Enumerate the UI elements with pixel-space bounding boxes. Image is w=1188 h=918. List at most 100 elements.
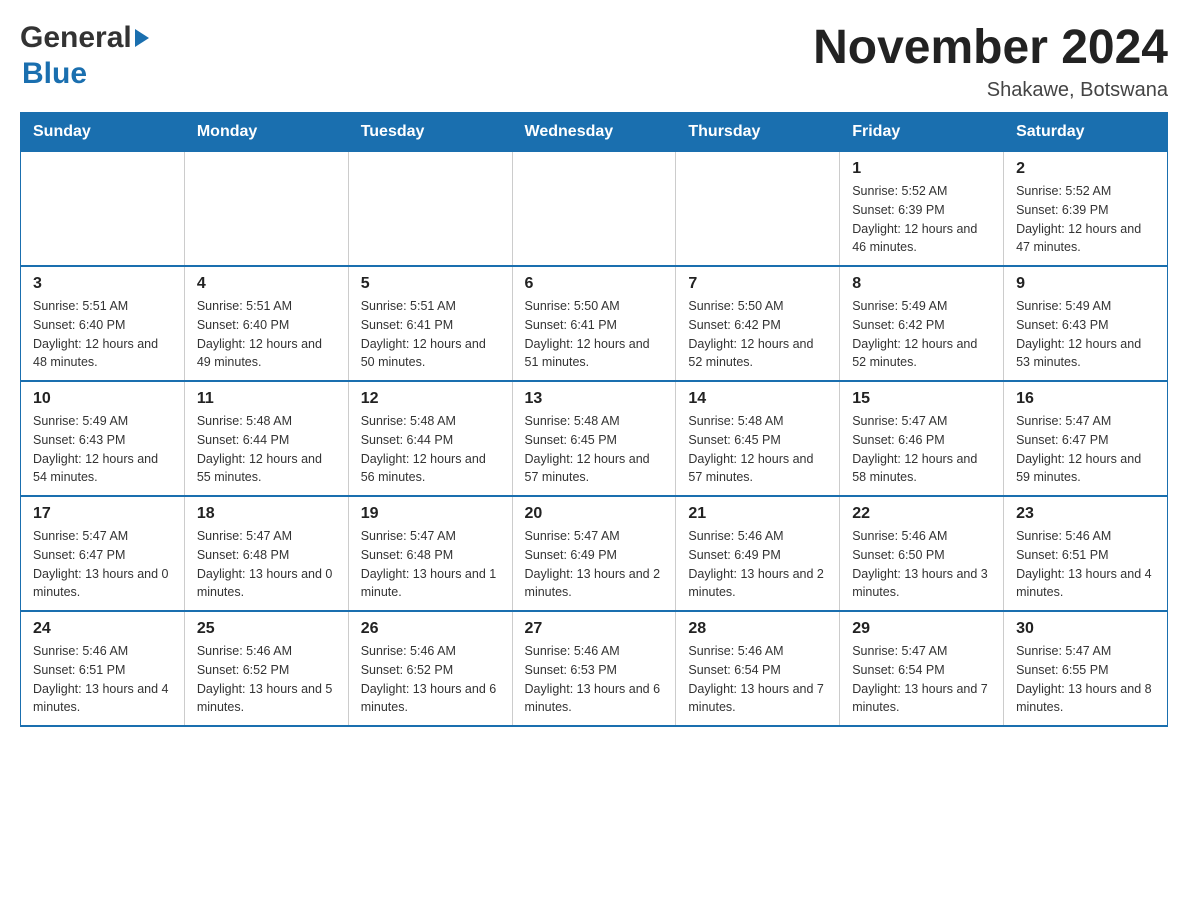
day-info: Sunrise: 5:47 AM Sunset: 6:54 PM Dayligh…	[852, 642, 991, 717]
calendar-cell-w2-d6: 8Sunrise: 5:49 AM Sunset: 6:42 PM Daylig…	[840, 266, 1004, 381]
calendar-cell-w1-d5	[676, 152, 840, 267]
day-info: Sunrise: 5:46 AM Sunset: 6:49 PM Dayligh…	[688, 527, 827, 602]
day-info: Sunrise: 5:48 AM Sunset: 6:45 PM Dayligh…	[525, 412, 664, 487]
day-info: Sunrise: 5:50 AM Sunset: 6:41 PM Dayligh…	[525, 297, 664, 372]
day-number: 28	[688, 620, 827, 638]
calendar-cell-w2-d5: 7 Sunrise: 5:50 AM Sunset: 6:42 PM Daylig…	[676, 266, 840, 381]
day-number: 21	[688, 505, 827, 523]
day-number: 22	[852, 505, 991, 523]
calendar-cell-w1-d1	[21, 152, 185, 267]
day-info: Sunrise: 5:47 AM Sunset: 6:48 PM Dayligh…	[197, 527, 336, 602]
title-section: November 2024 Shakawe, Botswana	[813, 20, 1168, 102]
calendar-week-1: 1 Sunrise: 5:52 AM Sunset: 6:39 PM Daylig…	[21, 152, 1168, 267]
subtitle: Shakawe, Botswana	[813, 79, 1168, 102]
calendar-cell-w5-d7: 30 Sunrise: 5:47 AM Sunset: 6:55 PM Dayli…	[1004, 611, 1168, 726]
page-header: General Blue November 2024 Shakawe, Bots…	[20, 20, 1168, 102]
calendar-cell-w2-d4: 6 Sunrise: 5:50 AM Sunset: 6:41 PM Daylig…	[512, 266, 676, 381]
day-info: Sunrise: 5:47 AM Sunset: 6:49 PM Dayligh…	[525, 527, 664, 602]
logo-arrow-icon	[135, 29, 149, 47]
calendar-cell-w1-d7: 2 Sunrise: 5:52 AM Sunset: 6:39 PM Daylig…	[1004, 152, 1168, 267]
day-number: 26	[361, 620, 500, 638]
day-number: 3	[33, 275, 172, 293]
day-info: Sunrise: 5:46 AM Sunset: 6:51 PM Dayligh…	[33, 642, 172, 717]
calendar-cell-w5-d1: 24 Sunrise: 5:46 AM Sunset: 6:51 PM Dayli…	[21, 611, 185, 726]
day-info: Sunrise: 5:52 AM Sunset: 6:39 PM Dayligh…	[1016, 182, 1155, 257]
day-info: Sunrise: 5:46 AM Sunset: 6:54 PM Dayligh…	[688, 642, 827, 717]
day-number: 15	[852, 390, 991, 408]
main-title: November 2024	[813, 20, 1168, 75]
day-info: Sunrise: 5:50 AM Sunset: 6:42 PM Dayligh…	[688, 297, 827, 372]
day-info: Sunrise: 5:52 AM Sunset: 6:39 PM Dayligh…	[852, 182, 991, 257]
calendar-cell-w1-d2	[184, 152, 348, 267]
day-number: 16	[1016, 390, 1155, 408]
day-info: Sunrise: 5:48 AM Sunset: 6:44 PM Dayligh…	[361, 412, 500, 487]
calendar-week-2: 3 Sunrise: 5:51 AM Sunset: 6:40 PM Daylig…	[21, 266, 1168, 381]
logo-general-text: General	[20, 20, 132, 56]
calendar-cell-w4-d7: 23Sunrise: 5:46 AM Sunset: 6:51 PM Dayli…	[1004, 496, 1168, 611]
calendar-week-5: 24 Sunrise: 5:46 AM Sunset: 6:51 PM Dayli…	[21, 611, 1168, 726]
day-info: Sunrise: 5:47 AM Sunset: 6:48 PM Dayligh…	[361, 527, 500, 602]
day-info: Sunrise: 5:46 AM Sunset: 6:52 PM Dayligh…	[361, 642, 500, 717]
header-sunday: Sunday	[21, 113, 185, 152]
day-info: Sunrise: 5:47 AM Sunset: 6:47 PM Dayligh…	[1016, 412, 1155, 487]
day-info: Sunrise: 5:49 AM Sunset: 6:43 PM Dayligh…	[33, 412, 172, 487]
day-info: Sunrise: 5:47 AM Sunset: 6:55 PM Dayligh…	[1016, 642, 1155, 717]
day-number: 4	[197, 275, 336, 293]
calendar-cell-w3-d4: 13Sunrise: 5:48 AM Sunset: 6:45 PM Dayli…	[512, 381, 676, 496]
day-info: Sunrise: 5:46 AM Sunset: 6:53 PM Dayligh…	[525, 642, 664, 717]
header-saturday: Saturday	[1004, 113, 1168, 152]
day-number: 23	[1016, 505, 1155, 523]
calendar-cell-w5-d2: 25 Sunrise: 5:46 AM Sunset: 6:52 PM Dayli…	[184, 611, 348, 726]
calendar-cell-w2-d2: 4 Sunrise: 5:51 AM Sunset: 6:40 PM Daylig…	[184, 266, 348, 381]
day-number: 25	[197, 620, 336, 638]
day-number: 24	[33, 620, 172, 638]
day-number: 9	[1016, 275, 1155, 293]
calendar-cell-w4-d6: 22 Sunrise: 5:46 AM Sunset: 6:50 PM Dayli…	[840, 496, 1004, 611]
day-number: 7	[688, 275, 827, 293]
calendar-cell-w3-d6: 15 Sunrise: 5:47 AM Sunset: 6:46 PM Dayli…	[840, 381, 1004, 496]
day-number: 6	[525, 275, 664, 293]
day-number: 18	[197, 505, 336, 523]
calendar-cell-w4-d1: 17 Sunrise: 5:47 AM Sunset: 6:47 PM Dayli…	[21, 496, 185, 611]
calendar-cell-w3-d7: 16 Sunrise: 5:47 AM Sunset: 6:47 PM Dayli…	[1004, 381, 1168, 496]
calendar-cell-w4-d2: 18 Sunrise: 5:47 AM Sunset: 6:48 PM Dayli…	[184, 496, 348, 611]
day-info: Sunrise: 5:51 AM Sunset: 6:40 PM Dayligh…	[197, 297, 336, 372]
day-info: Sunrise: 5:47 AM Sunset: 6:46 PM Dayligh…	[852, 412, 991, 487]
calendar-cell-w5-d4: 27 Sunrise: 5:46 AM Sunset: 6:53 PM Dayli…	[512, 611, 676, 726]
header-friday: Friday	[840, 113, 1004, 152]
header-monday: Monday	[184, 113, 348, 152]
header-thursday: Thursday	[676, 113, 840, 152]
day-info: Sunrise: 5:51 AM Sunset: 6:41 PM Dayligh…	[361, 297, 500, 372]
day-number: 8	[852, 275, 991, 293]
day-number: 19	[361, 505, 500, 523]
calendar-cell-w5-d3: 26 Sunrise: 5:46 AM Sunset: 6:52 PM Dayli…	[348, 611, 512, 726]
day-number: 17	[33, 505, 172, 523]
calendar-header-row: Sunday Monday Tuesday Wednesday Thursday…	[21, 113, 1168, 152]
calendar-cell-w5-d5: 28 Sunrise: 5:46 AM Sunset: 6:54 PM Dayli…	[676, 611, 840, 726]
day-info: Sunrise: 5:46 AM Sunset: 6:52 PM Dayligh…	[197, 642, 336, 717]
day-number: 27	[525, 620, 664, 638]
day-number: 14	[688, 390, 827, 408]
calendar-cell-w3-d2: 11Sunrise: 5:48 AM Sunset: 6:44 PM Dayli…	[184, 381, 348, 496]
day-info: Sunrise: 5:48 AM Sunset: 6:45 PM Dayligh…	[688, 412, 827, 487]
calendar-cell-w1-d6: 1 Sunrise: 5:52 AM Sunset: 6:39 PM Daylig…	[840, 152, 1004, 267]
logo-blue-text: Blue	[22, 56, 152, 92]
calendar-week-4: 17 Sunrise: 5:47 AM Sunset: 6:47 PM Dayli…	[21, 496, 1168, 611]
day-number: 12	[361, 390, 500, 408]
calendar-cell-w4-d3: 19 Sunrise: 5:47 AM Sunset: 6:48 PM Dayli…	[348, 496, 512, 611]
day-number: 10	[33, 390, 172, 408]
day-info: Sunrise: 5:47 AM Sunset: 6:47 PM Dayligh…	[33, 527, 172, 602]
header-wednesday: Wednesday	[512, 113, 676, 152]
calendar-cell-w2-d7: 9 Sunrise: 5:49 AM Sunset: 6:43 PM Daylig…	[1004, 266, 1168, 381]
day-number: 1	[852, 160, 991, 178]
day-number: 2	[1016, 160, 1155, 178]
day-info: Sunrise: 5:49 AM Sunset: 6:43 PM Dayligh…	[1016, 297, 1155, 372]
day-info: Sunrise: 5:46 AM Sunset: 6:50 PM Dayligh…	[852, 527, 991, 602]
calendar-cell-w2-d3: 5Sunrise: 5:51 AM Sunset: 6:41 PM Daylig…	[348, 266, 512, 381]
calendar-cell-w4-d5: 21 Sunrise: 5:46 AM Sunset: 6:49 PM Dayli…	[676, 496, 840, 611]
calendar-cell-w3-d3: 12 Sunrise: 5:48 AM Sunset: 6:44 PM Dayli…	[348, 381, 512, 496]
calendar-cell-w3-d5: 14 Sunrise: 5:48 AM Sunset: 6:45 PM Dayli…	[676, 381, 840, 496]
calendar-cell-w2-d1: 3Sunrise: 5:51 AM Sunset: 6:40 PM Daylig…	[21, 266, 185, 381]
day-number: 30	[1016, 620, 1155, 638]
calendar-cell-w3-d1: 10 Sunrise: 5:49 AM Sunset: 6:43 PM Dayli…	[21, 381, 185, 496]
